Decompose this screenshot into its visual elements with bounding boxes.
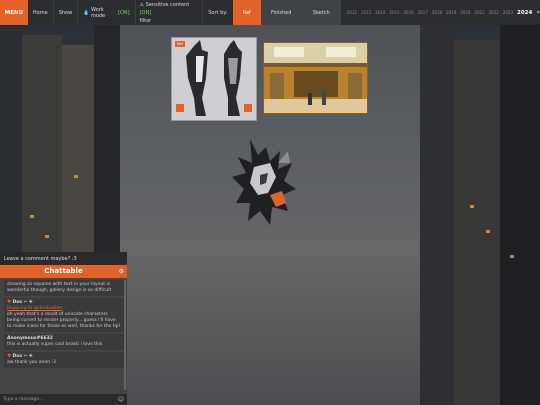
chat-widget: Leave a comment maybe? :3 Chattable ⚙ sh… (0, 252, 127, 405)
user-icon: ♥ (7, 300, 12, 305)
sort-ref-button[interactable]: Ref (232, 0, 261, 25)
sensitive-filter-toggle[interactable]: ⚠ Sensitive content [ON] filter (136, 0, 204, 25)
message-text: this is actually super cool broski i lov… (7, 342, 103, 347)
window-light (510, 255, 514, 258)
character-sheet-image (172, 38, 256, 120)
sensitive-label: Sensitive content (145, 1, 190, 8)
window-light (486, 230, 490, 233)
building (454, 40, 500, 405)
year-2015[interactable]: 2015 (389, 10, 399, 15)
gallery-thumbnail-mall-render[interactable] (263, 42, 368, 114)
sort-finished-button[interactable]: Finished (260, 0, 302, 25)
warning-icon: ⚠ (139, 1, 145, 8)
message-text: showing as squares with text in your lay… (7, 282, 112, 293)
emoji-icon[interactable]: ☺ (118, 396, 124, 403)
year-2018[interactable]: 2018 (432, 10, 442, 15)
year-2019[interactable]: 2019 (446, 10, 456, 15)
chat-input-placeholder: Type a message... (3, 397, 44, 402)
chat-message: Anonymous#6632 this is actually super co… (4, 334, 124, 350)
home-link[interactable]: Home (28, 0, 54, 25)
filter-label: filter (139, 17, 152, 24)
year-2017[interactable]: 2017 (418, 10, 428, 15)
year-2016[interactable]: 2016 (404, 10, 414, 15)
message-text: aw thank you anon :3 (7, 360, 56, 365)
building (500, 25, 540, 405)
chat-messages[interactable]: showing as squares with text in your lay… (0, 278, 127, 394)
gear-icon[interactable]: ⚙ (119, 265, 124, 278)
message-text: oh yeah that's a result of unicode chara… (7, 312, 121, 329)
year-2021[interactable]: 2021 (474, 10, 484, 15)
chat-message: ♥ Dox ↩ ✚ Replying to @dontvalian oh yea… (4, 298, 124, 332)
sort-sketch-button[interactable]: Sketch (301, 0, 341, 25)
ref-badge: Ref (175, 41, 185, 47)
year-2012[interactable]: 2012 (347, 10, 357, 15)
reply-icon[interactable]: ↩ ✚ (24, 300, 33, 305)
window-light (470, 205, 474, 208)
message-author: Dox (12, 354, 23, 359)
work-mode-label: Work mode (91, 6, 106, 19)
chat-scrollbar[interactable] (124, 280, 126, 390)
chat-title: Chattable (44, 267, 83, 275)
message-author: Dox (12, 300, 23, 305)
year-selector: 2012 2013 2014 2015 2016 2017 2018 2019 … (341, 0, 540, 25)
show-link[interactable]: Show (54, 0, 79, 25)
year-current[interactable]: 2024 (517, 10, 532, 16)
mall-render-image (264, 43, 367, 113)
drop-icon: 💧 (83, 9, 90, 16)
gallery-thumbnail-character-ref[interactable]: Ref (171, 37, 257, 121)
chat-message: showing as squares with text in your lay… (4, 280, 124, 296)
building (420, 25, 454, 405)
year-2022[interactable]: 2022 (489, 10, 499, 15)
year-2023[interactable]: 2023 (503, 10, 513, 15)
menu-button[interactable]: MENU (0, 0, 28, 25)
user-icon: ♥ (7, 354, 12, 359)
work-mode-state: [ON] (118, 9, 130, 16)
chat-prompt: Leave a comment maybe? :3 (0, 252, 127, 265)
chat-message-input[interactable]: Type a message... ☺ (0, 394, 127, 405)
reply-icon[interactable]: ↩ ✚ (24, 354, 33, 359)
wolf-mascot-logo[interactable] (230, 133, 300, 229)
window-light (74, 175, 78, 178)
sort-label: Sort by: (203, 0, 233, 25)
chat-message: ♥ Dox ↩ ✚ aw thank you anon :3 (4, 352, 124, 368)
sensitive-state: [ON] (139, 9, 152, 16)
year-2020[interactable]: 2020 (460, 10, 470, 15)
window-light (30, 215, 34, 218)
year-2014[interactable]: 2014 (375, 10, 385, 15)
window-light (45, 235, 49, 238)
top-navigation-bar: MENU Home Show 💧 Work mode [ON] ⚠ Sensit… (0, 0, 540, 25)
year-next-arrow[interactable]: » (536, 9, 540, 16)
work-mode-toggle[interactable]: 💧 Work mode [ON] (78, 0, 136, 25)
year-2013[interactable]: 2013 (361, 10, 371, 15)
chat-title-bar: Chattable ⚙ (0, 265, 127, 278)
